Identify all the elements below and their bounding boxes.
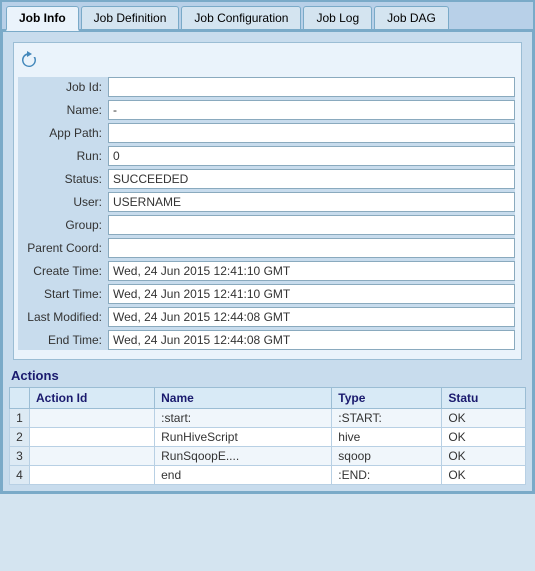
name-row: Name: [18, 100, 515, 120]
action-id-cell-2 [30, 428, 155, 447]
type-cell-1: :START: [332, 409, 442, 428]
run-input[interactable] [108, 146, 515, 166]
tab-job-info[interactable]: Job Info [6, 6, 79, 31]
job-id-input[interactable] [108, 77, 515, 97]
group-row: Group: [18, 215, 515, 235]
status-label: Status: [18, 172, 108, 186]
refresh-icon [20, 51, 38, 69]
col-action-id: Action Id [30, 388, 155, 409]
status-cell-4: OK [442, 466, 526, 485]
create-time-input[interactable] [108, 261, 515, 281]
end-time-label: End Time: [18, 333, 108, 347]
type-cell-2: hive [332, 428, 442, 447]
table-row[interactable]: 3 RunSqoopE.... sqoop OK [10, 447, 526, 466]
last-modified-label: Last Modified: [18, 310, 108, 324]
table-header-row: Action Id Name Type Statu [10, 388, 526, 409]
main-panel: Job Id: Name: App Path: Run: Status: [2, 31, 533, 492]
status-cell-3: OK [442, 447, 526, 466]
run-row: Run: [18, 146, 515, 166]
group-input[interactable] [108, 215, 515, 235]
parent-coord-input[interactable] [108, 238, 515, 258]
status-cell-1: OK [442, 409, 526, 428]
create-time-row: Create Time: [18, 261, 515, 281]
tab-job-configuration[interactable]: Job Configuration [181, 6, 301, 29]
col-status: Statu [442, 388, 526, 409]
tab-bar: Job Info Job Definition Job Configuratio… [2, 2, 533, 31]
start-time-input[interactable] [108, 284, 515, 304]
refresh-button[interactable] [18, 49, 40, 71]
parent-coord-row: Parent Coord: [18, 238, 515, 258]
action-id-cell-1 [30, 409, 155, 428]
col-name: Name [155, 388, 332, 409]
status-cell-2: OK [442, 428, 526, 447]
user-label: User: [18, 195, 108, 209]
name-input[interactable] [108, 100, 515, 120]
app-container: Job Info Job Definition Job Configuratio… [0, 0, 535, 494]
type-cell-3: sqoop [332, 447, 442, 466]
action-id-cell-3 [30, 447, 155, 466]
start-time-label: Start Time: [18, 287, 108, 301]
row-num-3: 3 [10, 447, 30, 466]
name-cell-4: end [155, 466, 332, 485]
job-id-row: Job Id: [18, 77, 515, 97]
info-panel: Job Id: Name: App Path: Run: Status: [13, 42, 522, 360]
name-cell-2: RunHiveScript [155, 428, 332, 447]
start-time-row: Start Time: [18, 284, 515, 304]
col-type: Type [332, 388, 442, 409]
actions-section: Actions Action Id Name Type Statu 1 :sta… [9, 368, 526, 485]
actions-table: Action Id Name Type Statu 1 :start: :STA… [9, 387, 526, 485]
last-modified-row: Last Modified: [18, 307, 515, 327]
parent-coord-label: Parent Coord: [18, 241, 108, 255]
form-section: Job Id: Name: App Path: Run: Status: [18, 77, 515, 350]
end-time-input[interactable] [108, 330, 515, 350]
end-time-row: End Time: [18, 330, 515, 350]
table-row[interactable]: 2 RunHiveScript hive OK [10, 428, 526, 447]
app-path-row: App Path: [18, 123, 515, 143]
name-label: Name: [18, 103, 108, 117]
col-num [10, 388, 30, 409]
type-cell-4: :END: [332, 466, 442, 485]
tab-job-definition[interactable]: Job Definition [81, 6, 180, 29]
job-id-label: Job Id: [18, 80, 108, 94]
group-label: Group: [18, 218, 108, 232]
tab-job-dag[interactable]: Job DAG [374, 6, 449, 29]
refresh-row [18, 49, 515, 71]
user-input[interactable] [108, 192, 515, 212]
run-label: Run: [18, 149, 108, 163]
action-id-cell-4 [30, 466, 155, 485]
row-num-4: 4 [10, 466, 30, 485]
row-num-2: 2 [10, 428, 30, 447]
status-row: Status: [18, 169, 515, 189]
name-cell-1: :start: [155, 409, 332, 428]
name-cell-3: RunSqoopE.... [155, 447, 332, 466]
tab-job-log[interactable]: Job Log [303, 6, 372, 29]
user-row: User: [18, 192, 515, 212]
app-path-input[interactable] [108, 123, 515, 143]
table-row[interactable]: 4 end :END: OK [10, 466, 526, 485]
app-path-label: App Path: [18, 126, 108, 140]
create-time-label: Create Time: [18, 264, 108, 278]
actions-title: Actions [9, 368, 526, 383]
table-row[interactable]: 1 :start: :START: OK [10, 409, 526, 428]
status-input[interactable] [108, 169, 515, 189]
last-modified-input[interactable] [108, 307, 515, 327]
row-num-1: 1 [10, 409, 30, 428]
